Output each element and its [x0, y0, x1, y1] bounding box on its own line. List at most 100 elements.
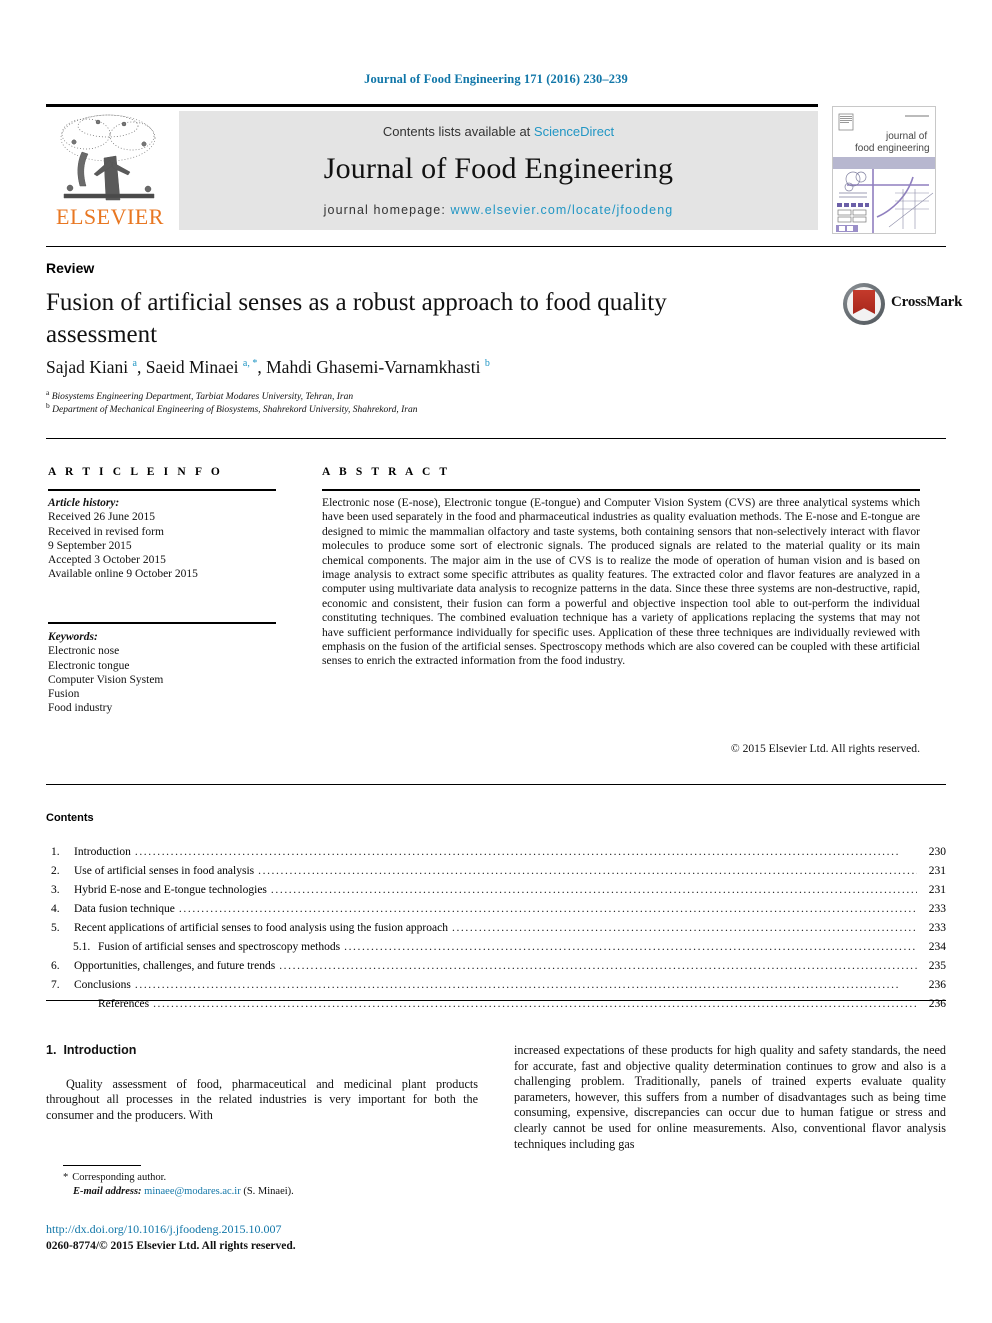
author-1: Sajad Kiani a [46, 357, 137, 377]
toc-page-number: 234 [928, 941, 946, 953]
article-history-label: Article history: [48, 497, 120, 509]
corresponding-author-line: * Corresponding author. [63, 1171, 483, 1185]
footnote-block: * Corresponding author. E-mail address: m… [63, 1171, 483, 1198]
table-of-contents: 1. Introduction ........................… [46, 843, 946, 1014]
affiliation-b-text: Department of Mechanical Engineering of … [52, 405, 418, 416]
doi-link[interactable]: http://dx.doi.org/10.1016/j.jfoodeng.201… [46, 1222, 281, 1237]
toc-label[interactable]: Fusion of artificial senses and spectros… [98, 938, 340, 957]
toc-number: 7. [51, 979, 60, 991]
article-history-block: Article history: Received 26 June 2015 R… [48, 496, 288, 582]
elsevier-tree-icon [50, 112, 168, 204]
toc-page-number: 236 [928, 998, 946, 1010]
affiliation-a-mark: a [46, 388, 50, 397]
toc-label[interactable]: Hybrid E-nose and E-tongue technologies [74, 881, 267, 900]
toc-row[interactable]: References .............................… [46, 995, 946, 1014]
toc-page-number: 235 [928, 960, 946, 972]
running-head: Journal of Food Engineering 171 (2016) 2… [364, 72, 628, 86]
toc-label[interactable]: References [98, 995, 149, 1014]
article-history-item: Received in revised form [48, 525, 164, 538]
toc-label[interactable]: Use of artificial senses in food analysi… [74, 862, 254, 881]
author-1-name: Sajad Kiani [46, 357, 129, 377]
corresponding-author-marker: * [63, 1172, 69, 1183]
crossmark-badge[interactable]: CrossMark [843, 283, 962, 325]
toc-dot-leader: ........................................… [344, 941, 917, 953]
masthead-center-panel: Contents lists available at ScienceDirec… [179, 111, 818, 230]
toc-label[interactable]: Conclusions [74, 976, 131, 995]
keyword-item: Food industry [48, 702, 113, 715]
toc-number: 2. [51, 865, 60, 877]
toc-row[interactable]: 5.1. Fusion of artificial senses and spe… [46, 938, 946, 957]
article-history-item: Accepted 3 October 2015 [48, 554, 166, 567]
author-list: Sajad Kiani a, Saeid Minaei a, *, Mahdi … [46, 357, 490, 377]
toc-row[interactable]: 7. Conclusions .........................… [46, 976, 946, 995]
abstract-rule [322, 489, 920, 491]
article-info-rule [48, 489, 276, 491]
keyword-item: Computer Vision System [48, 673, 164, 686]
contents-available-prefix: Contents lists available at [382, 124, 534, 139]
toc-page-number: 231 [928, 865, 946, 877]
keywords-rule [48, 622, 276, 624]
journal-homepage-link[interactable]: www.elsevier.com/locate/jfoodeng [451, 203, 674, 217]
toc-label[interactable]: Introduction [74, 843, 131, 862]
toc-row[interactable]: 4. Data fusion technique ...............… [46, 900, 946, 919]
toc-row[interactable]: 3. Hybrid E-nose and E-tongue technologi… [46, 881, 946, 900]
keywords-block: Keywords: Electronic nose Electronic ton… [48, 630, 288, 716]
abstract-copyright: © 2015 Elsevier Ltd. All rights reserved… [730, 742, 920, 755]
author-3-name: Mahdi Ghasemi-Varnamkhasti [266, 357, 481, 377]
article-title: Fusion of artificial senses as a robust … [46, 289, 667, 348]
article-doctype: Review [46, 260, 95, 276]
toc-number: 5.1. [73, 941, 91, 953]
journal-homepage-line: journal homepage: www.elsevier.com/locat… [179, 203, 818, 217]
author-2-name: Saeid Minaei [145, 357, 239, 377]
info-bottom-rule [46, 784, 946, 785]
toc-label[interactable]: Opportunities, challenges, and future tr… [74, 957, 275, 976]
info-top-rule [46, 438, 946, 439]
keywords-label: Keywords: [48, 631, 98, 643]
article-history-item: Received 26 June 2015 [48, 511, 155, 524]
toc-row[interactable]: 6. Opportunities, challenges, and future… [46, 957, 946, 976]
section-heading-introduction: 1. Introduction [46, 1043, 478, 1059]
article-history-item: Available online 9 October 2015 [48, 568, 198, 581]
toc-page-number: 233 [928, 903, 946, 915]
email-line: E-mail address: minaee@modares.ac.ir (S.… [63, 1185, 483, 1199]
toc-row[interactable]: 1. Introduction ........................… [46, 843, 946, 862]
email-link[interactable]: minaee@modares.ac.ir [144, 1186, 241, 1197]
paper-page: Journal of Food Engineering 171 (2016) 2… [0, 0, 992, 1323]
author-2-marks: a, * [242, 358, 258, 370]
toc-label[interactable]: Data fusion technique [74, 900, 175, 919]
elsevier-tree-svg [60, 114, 156, 201]
author-3-marks: b [484, 358, 490, 370]
contents-heading: Contents [46, 812, 94, 824]
toc-label[interactable]: Recent applications of artificial senses… [74, 919, 448, 938]
toc-row[interactable]: 2. Use of artificial senses in food anal… [46, 862, 946, 881]
toc-number: 6. [51, 960, 60, 972]
keyword-item: Electronic nose [48, 645, 120, 658]
body-column-left: 1. Introduction Quality assessment of foo… [46, 1043, 478, 1123]
toc-page-number: 231 [928, 884, 946, 896]
toc-page-number: 230 [928, 846, 946, 858]
affiliation-b-mark: b [46, 401, 50, 410]
journal-homepage-prefix: journal homepage: [323, 203, 451, 217]
author-2: Saeid Minaei a, * [146, 357, 258, 377]
svg-text:journal of: journal of [885, 131, 927, 142]
elsevier-logo: ELSEVIER [46, 110, 174, 232]
toc-dot-leader: ........................................… [270, 884, 917, 896]
crossmark-label: CrossMark [891, 294, 963, 310]
contents-available-line: Contents lists available at ScienceDirec… [179, 124, 818, 139]
toc-row[interactable]: 5. Recent applications of artificial sen… [46, 919, 946, 938]
intro-paragraph-right: increased expectations of these products… [514, 1043, 946, 1151]
journal-masthead: ELSEVIER Contents lists available at Sci… [46, 104, 946, 234]
email-label: E-mail address: [73, 1185, 142, 1197]
journal-cover-thumbnail: journal of food engineering [832, 106, 936, 234]
toc-dot-leader: ........................................… [178, 903, 917, 915]
crossmark-icon [843, 283, 885, 325]
masthead-top-rule [46, 104, 818, 107]
svg-text:food engineering: food engineering [855, 143, 930, 154]
footnote-rule [63, 1165, 141, 1166]
email-suffix: (S. Minaei). [243, 1185, 294, 1197]
sciencedirect-link[interactable]: ScienceDirect [534, 124, 614, 139]
section-number: 1. [46, 1043, 57, 1057]
author-3: Mahdi Ghasemi-Varnamkhasti b [266, 357, 490, 377]
article-history-item: 9 September 2015 [48, 539, 132, 552]
toc-dot-leader: ........................................… [451, 922, 917, 934]
